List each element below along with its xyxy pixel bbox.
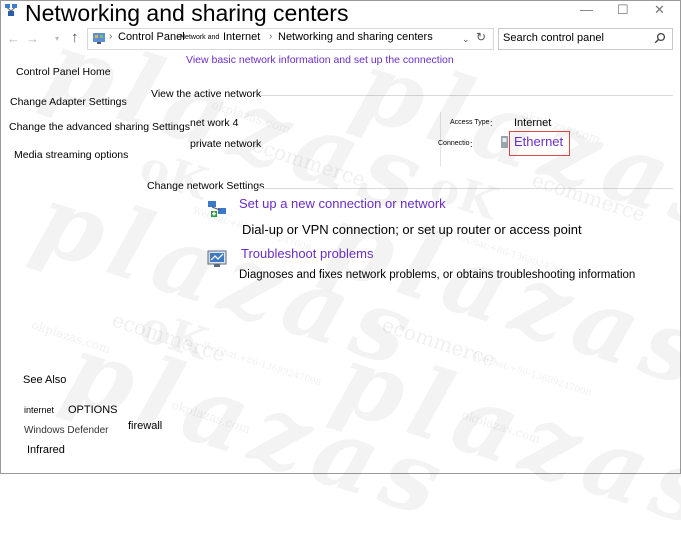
active-network-label: View the active network [151, 88, 262, 100]
address-dropdown-icon[interactable]: ⌄ [462, 34, 470, 45]
up-arrow-icon[interactable]: ↑ [71, 29, 79, 46]
setup-connection-link[interactable]: Set up a new connection or network [239, 196, 446, 211]
back-arrow-icon[interactable]: ← [7, 31, 20, 46]
access-type-colon: : [490, 118, 493, 128]
access-type-label: Access Type [450, 119, 490, 126]
minimize-button[interactable]: — [580, 2, 593, 17]
connections-label: Connectio [438, 140, 470, 147]
setup-connection-description: Dial-up or VPN connection; or set up rou… [242, 222, 582, 237]
infrared-link[interactable]: Infrared [27, 444, 65, 456]
ethernet-icon [501, 136, 508, 148]
breadcrumb-network-and[interactable]: Network and [180, 34, 219, 41]
see-also-heading: See Also [23, 374, 67, 386]
network-center-icon [5, 4, 17, 16]
internet-options-prefix[interactable]: internet [24, 405, 54, 415]
sidebar-item-control-panel-home[interactable]: Control Panel Home [16, 66, 111, 78]
ethernet-link[interactable]: Ethernet [514, 134, 563, 149]
sidebar-item-media-streaming-options[interactable]: Media streaming options [14, 149, 128, 161]
sidebar-item-change-adapter-settings[interactable]: Change Adapter Settings [10, 96, 127, 108]
section-divider [257, 188, 673, 189]
search-input[interactable]: Search control panel [503, 32, 604, 44]
connections-colon: : [470, 139, 473, 149]
refresh-icon[interactable]: ↻ [476, 30, 486, 44]
forward-arrow-icon[interactable]: → [26, 31, 39, 46]
close-button[interactable]: ✕ [654, 2, 665, 18]
section-divider [260, 95, 673, 96]
access-type-value: Internet [514, 117, 552, 129]
sidebar-item-advanced-sharing-settings[interactable]: Change the advanced sharing Settings [9, 121, 190, 133]
search-icon[interactable] [654, 32, 666, 44]
change-settings-label: Change network Settings [147, 180, 265, 192]
windows-defender-link[interactable]: Windows Defender [24, 425, 108, 436]
breadcrumb-sharing-center[interactable]: Networking and sharing centers [278, 31, 433, 43]
breadcrumb-separator: › [269, 31, 273, 42]
recent-locations-icon[interactable]: ▾ [55, 34, 59, 43]
troubleshoot-link[interactable]: Troubleshoot problems [241, 246, 373, 261]
page-heading: View basic network information and set u… [186, 54, 454, 66]
window-title: Networking and sharing centers [25, 0, 349, 26]
network-type: private network [190, 138, 262, 150]
column-divider [440, 112, 441, 166]
breadcrumb-separator: › [109, 31, 113, 42]
control-panel-icon [93, 33, 105, 44]
troubleshoot-icon [207, 250, 227, 267]
new-connection-icon [208, 201, 226, 217]
maximize-button[interactable]: ☐ [617, 2, 629, 18]
firewall-link[interactable]: firewall [128, 420, 162, 432]
troubleshoot-description: Diagnoses and fixes network problems, or… [239, 269, 636, 281]
internet-options-link[interactable]: OPTIONS [68, 404, 118, 416]
breadcrumb-internet[interactable]: Internet [223, 31, 260, 43]
network-name: net work 4 [190, 117, 239, 129]
breadcrumb-control-panel[interactable]: Control Panel [118, 31, 185, 43]
